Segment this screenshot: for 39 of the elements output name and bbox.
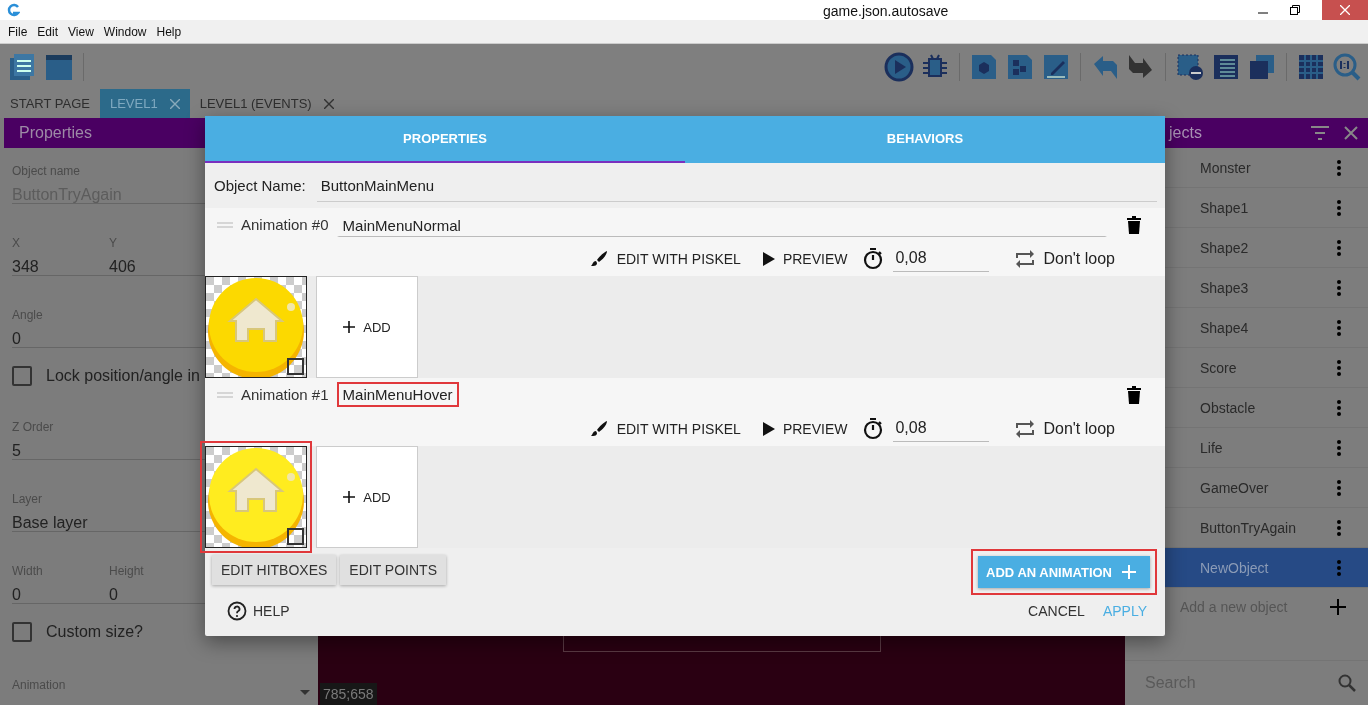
number-field[interactable]: 406 [109,258,206,276]
edit-points-button[interactable]: EDIT POINTS [340,555,446,585]
frame-duration-field[interactable]: 0,08 [893,415,990,442]
menu-item[interactable]: Help [151,24,187,39]
preview-button[interactable]: PREVIEW [756,420,854,437]
loop-toggle-button[interactable]: Don't loop [1009,419,1121,438]
cancel-button[interactable]: CANCEL [1022,603,1091,619]
dialog-tab[interactable]: PROPERTIES [205,116,685,163]
menu-item[interactable]: File [3,24,33,39]
help-button[interactable]: HELP [221,601,296,621]
menu-item[interactable]: Edit [32,24,64,39]
animation-name-field[interactable]: MainMenuHover [336,382,459,407]
edit-with-piskel-button[interactable]: EDIT WITH PISKEL [582,248,747,269]
object-name-field[interactable]: ButtonMainMenu [320,177,435,194]
add-animation-button[interactable]: ADD AN ANIMATION [978,556,1150,588]
animation-name-field[interactable]: MainMenuNormal [336,212,1107,237]
window-title: game.json.autosave [823,3,949,19]
number-field[interactable]: 348 [12,258,109,276]
number-field[interactable]: 0 [12,586,109,604]
add-frame-button[interactable]: ADD [316,276,418,378]
menu-item[interactable]: View [63,24,99,39]
editor-tab[interactable]: LEVEL1 [99,89,190,118]
menu-item[interactable]: Window [98,24,152,39]
loop-toggle-button[interactable]: Don't loop [1009,249,1121,268]
animation-label: Animation #1 [241,386,329,403]
editor-tab[interactable]: START PAGE [0,89,100,118]
checkbox-label: Custom size? [46,623,143,641]
number-field[interactable]: 0 [109,586,206,604]
animation-label: Animation #0 [241,216,329,233]
preview-button[interactable]: PREVIEW [756,250,854,267]
editor-tab[interactable]: LEVEL1 (EVENTS) [189,89,344,118]
apply-button[interactable]: APPLY [1096,603,1153,619]
edit-with-piskel-button[interactable]: EDIT WITH PISKEL [582,418,747,439]
add-frame-button[interactable]: ADD [316,446,418,548]
frame-duration-field[interactable]: 0,08 [893,245,990,272]
cursor-coordinates: 785;658 [320,683,377,705]
field-label: Object Name: [214,177,306,194]
checkbox-label: Lock position/angle in [46,367,200,385]
edit-hitboxes-button[interactable]: EDIT HITBOXES [212,555,337,585]
